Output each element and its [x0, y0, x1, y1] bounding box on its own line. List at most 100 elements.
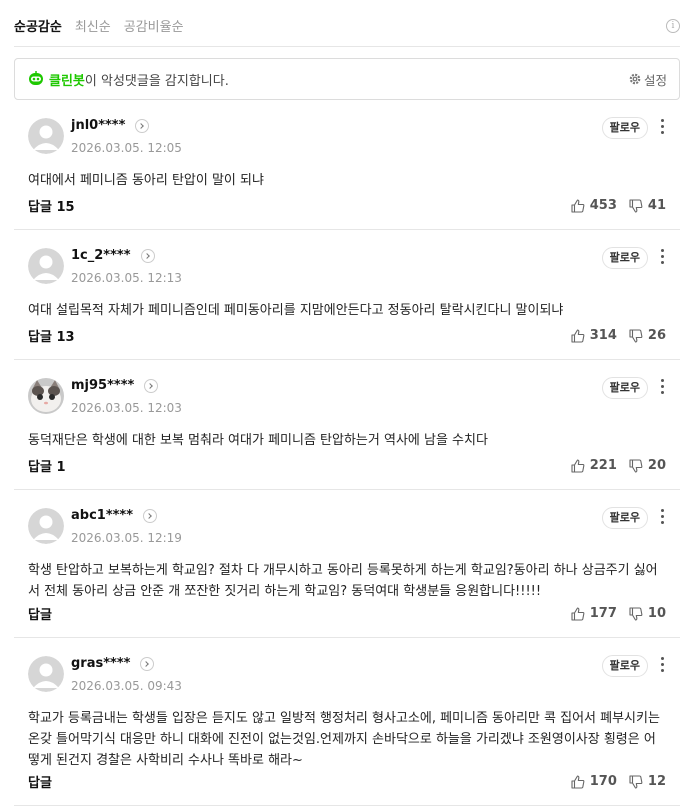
dislike-button[interactable]: 41: [629, 198, 666, 213]
follow-button[interactable]: 팔로우: [601, 377, 648, 399]
avatar[interactable]: [28, 378, 64, 414]
votes: 177 10: [571, 606, 666, 621]
dislike-count: 26: [647, 328, 666, 343]
avatar[interactable]: [28, 248, 64, 284]
comment-item: 1c_2**** 2026.03.05. 12:13 팔로우 여대 설립목적 자…: [14, 230, 680, 360]
reply-button[interactable]: 답글 15: [28, 196, 75, 215]
votes: 170 12: [571, 774, 666, 789]
tab-popular[interactable]: 순공감순: [14, 16, 62, 35]
comment-date: 2026.03.05. 12:13: [71, 271, 182, 285]
nickname[interactable]: 1c_2****: [71, 248, 131, 263]
dislike-button[interactable]: 12: [629, 774, 666, 789]
nick-row: abc1****: [71, 508, 158, 523]
like-button[interactable]: 314: [571, 328, 617, 343]
follow-button[interactable]: 팔로우: [601, 655, 648, 677]
like-count: 221: [589, 458, 617, 473]
follow-button[interactable]: 팔로우: [601, 117, 648, 139]
divider: [14, 46, 680, 47]
gear-icon: [629, 73, 641, 85]
thumbs-up-icon: [571, 606, 585, 621]
comment-date: 2026.03.05. 12:03: [71, 401, 182, 415]
nick-row: jnl0****: [71, 118, 150, 133]
reply-button[interactable]: 답글 1: [28, 456, 66, 475]
chevron-right-icon[interactable]: [140, 248, 155, 263]
votes: 221 20: [571, 458, 666, 473]
chevron-right-icon[interactable]: [143, 508, 158, 523]
votes: 453 41: [571, 198, 666, 213]
thumbs-up-icon: [571, 198, 585, 213]
avatar[interactable]: [28, 656, 64, 692]
comment-footer: 답글 170 12: [28, 772, 666, 791]
nickname[interactable]: abc1****: [71, 508, 133, 523]
nick-row: 1c_2****: [71, 248, 155, 263]
votes: 314 26: [571, 328, 666, 343]
info-icon[interactable]: i: [666, 19, 680, 33]
tab-latest[interactable]: 최신순: [75, 16, 111, 35]
comment-date: 2026.03.05. 09:43: [71, 679, 182, 693]
thumbs-down-icon: [629, 198, 643, 213]
dislike-count: 12: [647, 774, 666, 789]
dislike-count: 20: [647, 458, 666, 473]
nickname[interactable]: mj95****: [71, 378, 134, 393]
comment-text: 여대에서 페미니즘 동아리 탄압이 말이 되냐: [28, 173, 264, 188]
cleanbot-banner: 클린봇 이 악성댓글을 감지합니다. 설정: [14, 58, 680, 100]
chevron-right-icon[interactable]: [144, 378, 159, 393]
reply-button[interactable]: 답글: [28, 772, 52, 791]
chevron-right-icon[interactable]: [140, 656, 155, 671]
thumbs-down-icon: [629, 328, 643, 343]
comment-footer: 답글 177 10: [28, 604, 666, 623]
like-button[interactable]: 453: [571, 198, 617, 213]
comment-footer: 답글 15 453 41: [28, 196, 666, 215]
like-button[interactable]: 170: [571, 774, 617, 789]
reply-button[interactable]: 답글: [28, 604, 52, 623]
dislike-button[interactable]: 26: [629, 328, 666, 343]
comment-item: abc1**** 2026.03.05. 12:19 팔로우 학생 탄압하고 보…: [14, 490, 680, 638]
dislike-count: 41: [647, 198, 666, 213]
sort-tabs: 순공감순 최신순 공감비율순: [14, 16, 184, 35]
thumbs-up-icon: [571, 774, 585, 789]
more-options-icon[interactable]: [660, 657, 664, 673]
follow-button[interactable]: 팔로우: [601, 247, 648, 269]
settings-label: 설정: [643, 72, 667, 88]
more-options-icon[interactable]: [660, 379, 664, 395]
reply-button[interactable]: 답글 13: [28, 326, 75, 345]
more-options-icon[interactable]: [660, 509, 664, 525]
avatar[interactable]: [28, 508, 64, 544]
comment-text: 여대 설립목적 자체가 페미니즘인데 페미동아리를 지맘에안든다고 정동아리 탈…: [28, 303, 564, 318]
more-options-icon[interactable]: [660, 119, 664, 135]
more-options-icon[interactable]: [660, 249, 664, 265]
like-button[interactable]: 177: [571, 606, 617, 621]
thumbs-up-icon: [571, 328, 585, 343]
nick-row: mj95****: [71, 378, 159, 393]
comment-date: 2026.03.05. 12:05: [71, 141, 182, 155]
dislike-count: 10: [647, 606, 666, 621]
avatar[interactable]: [28, 118, 64, 154]
thumbs-down-icon: [629, 458, 643, 473]
like-count: 170: [589, 774, 617, 789]
like-count: 453: [589, 198, 617, 213]
thumbs-up-icon: [571, 458, 585, 473]
comment-text: 학교가 등록금내는 학생들 입장은 듣지도 않고 일방적 행정처리 형사고소에,…: [28, 711, 660, 768]
comment-text: 동덕재단은 학생에 대한 보복 멈춰라 여대가 페미니즘 탄압하는거 역사에 남…: [28, 433, 488, 448]
like-count: 177: [589, 606, 617, 621]
cleanbot-brand: 클린봇: [49, 73, 85, 89]
thumbs-down-icon: [629, 774, 643, 789]
nick-row: gras****: [71, 656, 155, 671]
comment-footer: 답글 1 221 20: [28, 456, 666, 475]
cleanbot-text: 이 악성댓글을 감지합니다.: [84, 73, 229, 89]
tab-ratio[interactable]: 공감비율순: [124, 16, 184, 35]
comment-item: gras**** 2026.03.05. 09:43 팔로우 학교가 등록금내는…: [14, 638, 680, 806]
like-button[interactable]: 221: [571, 458, 617, 473]
comment-item: jnl0**** 2026.03.05. 12:05 팔로우 여대에서 페미니즘…: [14, 100, 680, 230]
like-count: 314: [589, 328, 617, 343]
follow-button[interactable]: 팔로우: [601, 507, 648, 529]
nickname[interactable]: jnl0****: [71, 118, 125, 133]
chevron-right-icon[interactable]: [135, 118, 150, 133]
dislike-button[interactable]: 20: [629, 458, 666, 473]
settings-button[interactable]: 설정: [629, 70, 667, 89]
comment-date: 2026.03.05. 12:19: [71, 531, 182, 545]
cleanbot-icon: [29, 71, 43, 85]
dislike-button[interactable]: 10: [629, 606, 666, 621]
nickname[interactable]: gras****: [71, 656, 130, 671]
comment-item: mj95**** 2026.03.05. 12:03 팔로우 동덕재단은 학생에…: [14, 360, 680, 490]
